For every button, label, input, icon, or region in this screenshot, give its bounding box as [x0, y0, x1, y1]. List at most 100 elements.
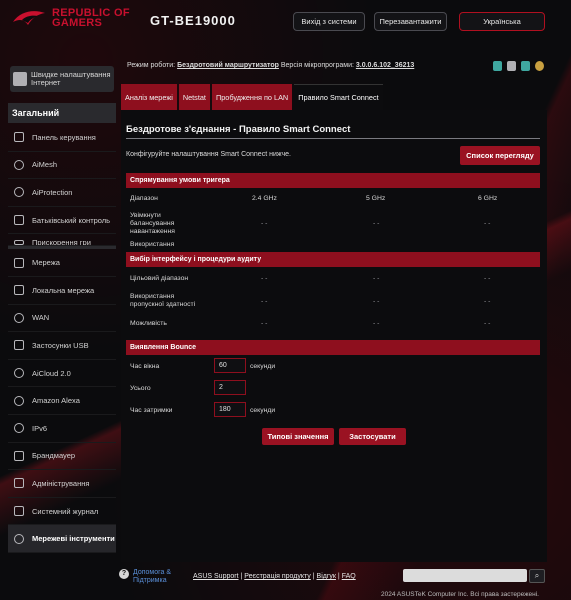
tab-netstat[interactable]: Netstat — [178, 84, 210, 110]
target-band-2-4ghz: - - — [261, 275, 268, 282]
sidebar-item-label: Мережеві інструменти — [32, 534, 115, 544]
band-5ghz: 5 GHz — [366, 195, 386, 202]
target-band-6ghz: - - — [484, 275, 491, 282]
usb-icon — [14, 340, 24, 351]
tools-icon — [14, 533, 24, 544]
wifi-status-icon[interactable] — [493, 61, 502, 71]
sidebar-item-label: Прискорення гри — [32, 238, 91, 247]
network-icon — [14, 257, 24, 268]
status-line: Режим роботи: Бездротовий маршрутизатор … — [127, 62, 414, 69]
footer-links: ASUS Support | Реєстрація продукту | Від… — [193, 573, 356, 580]
load-balance-label: Увімкнути балансування навантаження — [130, 212, 175, 235]
bandwidth-usage-label: Використання пропускної здатності — [130, 293, 196, 308]
quick-setup-button[interactable]: Швидке налаштування Інтернет — [10, 66, 114, 92]
sidebar-item-dashboard[interactable]: Панель керування — [8, 124, 116, 152]
settings-gear-icon[interactable] — [535, 61, 544, 71]
footer-search-input[interactable] — [403, 569, 527, 582]
usage-label: Використання — [130, 241, 175, 248]
capability-5ghz: - - — [373, 320, 380, 327]
target-band-5ghz: - - — [373, 275, 380, 282]
delay-time-unit: секунди — [250, 407, 276, 414]
sidebar-item-parental-control[interactable]: Батьківський контроль — [8, 207, 116, 235]
alexa-icon — [14, 395, 24, 406]
footer-link-feedback[interactable]: Відгук — [317, 573, 336, 580]
target-band-label: Цільовий діапазон — [130, 275, 189, 282]
logout-button[interactable]: Вихід з системи — [293, 12, 365, 31]
sidebar-item-label: Брандмауер — [32, 451, 76, 461]
sidebar-item-label: Системний журнал — [32, 506, 99, 516]
window-time-label: Час вікна — [130, 363, 160, 370]
view-list-button[interactable]: Список перегляду — [460, 146, 540, 165]
sidebar-item-aiprotection[interactable]: AiProtection — [8, 179, 116, 207]
link-status-icon[interactable] — [521, 61, 530, 71]
sidebar-item-aicloud[interactable]: AiCloud 2.0 — [8, 360, 116, 388]
page-description: Конфігуруйте налаштування Smart Connect … — [126, 151, 291, 158]
tab-smart-connect-rule[interactable]: Правило Smart Connect — [294, 84, 383, 110]
window-time-unit: секунди — [250, 363, 276, 370]
load-balance-5ghz: - - — [373, 220, 380, 227]
usb-status-icon[interactable] — [507, 61, 516, 71]
sidebar-item-label: Адміністрування — [32, 478, 90, 488]
footer-link-faq[interactable]: FAQ — [342, 573, 356, 580]
sidebar-item-alexa[interactable]: Amazon Alexa — [8, 387, 116, 415]
sidebar-item-label: Батьківський контроль — [32, 215, 111, 225]
log-icon — [14, 506, 24, 517]
capability-label: Можливість — [130, 320, 167, 327]
sidebar-item-ipv6[interactable]: IPv6 — [8, 415, 116, 443]
mode-link[interactable]: Бездротовий маршрутизатор — [177, 62, 279, 69]
language-select[interactable]: Українська — [459, 12, 545, 31]
band-label: Діапазон — [130, 195, 158, 202]
steering-section-header: Вибір інтерфейсу і процедури аудиту — [126, 252, 540, 267]
bandwidth-usage-6ghz: - - — [484, 298, 491, 305]
delay-time-input[interactable]: 180 — [214, 402, 246, 417]
trigger-section-header: Спрямування умови тригера — [126, 173, 540, 188]
wizard-icon — [13, 72, 27, 86]
sidebar-item-game-boost[interactable]: Прискорення гри — [8, 234, 116, 247]
tab-network-analysis[interactable]: Аналіз мережі — [121, 84, 177, 110]
load-balance-2-4ghz: - - — [261, 220, 268, 227]
sidebar-item-network[interactable]: Мережа — [8, 249, 116, 277]
rog-eye-icon — [13, 11, 45, 25]
apply-button[interactable]: Застосувати — [339, 428, 406, 445]
band-2-4ghz: 2.4 GHz — [252, 195, 277, 202]
rog-logo[interactable]: REPUBLIC OF GAMERS — [12, 8, 130, 29]
reboot-button[interactable]: Перезавантажити — [374, 12, 447, 31]
status-icons — [493, 61, 544, 71]
parental-icon — [14, 215, 24, 226]
sidebar-menu: Панель керування AiMesh AiProtection Бат… — [8, 124, 116, 553]
sidebar-item-firewall[interactable]: Брандмауер — [8, 443, 116, 471]
search-icon[interactable]: ⌕ — [529, 569, 545, 583]
sidebar-item-wan[interactable]: WAN — [8, 305, 116, 333]
sidebar-item-label: WAN — [32, 313, 50, 323]
firmware-label: Версія мікропрограми: — [280, 62, 354, 69]
bandwidth-usage-2-4ghz: - - — [261, 298, 268, 305]
cloud-icon — [14, 368, 24, 379]
sidebar-item-lan[interactable]: Локальна мережа — [8, 277, 116, 305]
page-title: Бездротове з'єднання - Правило Smart Con… — [126, 124, 351, 135]
help-question-icon: ? — [119, 569, 129, 579]
sidebar-item-aimesh[interactable]: AiMesh — [8, 152, 116, 180]
tab-bar: Аналіз мережі Netstat Пробудження по LAN… — [121, 84, 383, 110]
sidebar-item-label: AiCloud 2.0 — [32, 368, 71, 378]
help-support[interactable]: ? Допомога & Підтримка — [119, 569, 183, 585]
admin-icon — [14, 478, 24, 489]
main-panel: Бездротове з'єднання - Правило Smart Con… — [121, 110, 547, 562]
window-time-input[interactable]: 60 — [214, 358, 246, 373]
firmware-link[interactable]: 3.0.0.6.102_36213 — [356, 62, 414, 69]
shield-icon — [14, 187, 24, 198]
sidebar-item-administration[interactable]: Адміністрування — [8, 470, 116, 498]
footer-link-product-registration[interactable]: Реєстрація продукту — [244, 573, 311, 580]
sidebar-item-usb-apps[interactable]: Застосунки USB — [8, 332, 116, 360]
sidebar-item-network-tools[interactable]: Мережеві інструменти — [8, 525, 116, 553]
sidebar-item-label: Amazon Alexa — [32, 396, 80, 406]
tab-wake-on-lan[interactable]: Пробудження по LAN — [211, 84, 293, 110]
footer-link-asus-support[interactable]: ASUS Support — [193, 573, 239, 580]
sidebar-item-label: AiProtection — [32, 187, 73, 197]
sidebar-item-system-log[interactable]: Системний журнал — [8, 498, 116, 526]
game-icon — [14, 240, 24, 246]
total-input[interactable]: 2 — [214, 380, 246, 395]
dashboard-icon — [14, 132, 24, 143]
capability-6ghz: - - — [484, 320, 491, 327]
defaults-button[interactable]: Типові значення — [262, 428, 334, 445]
help-support-label: Допомога & Підтримка — [133, 569, 172, 584]
